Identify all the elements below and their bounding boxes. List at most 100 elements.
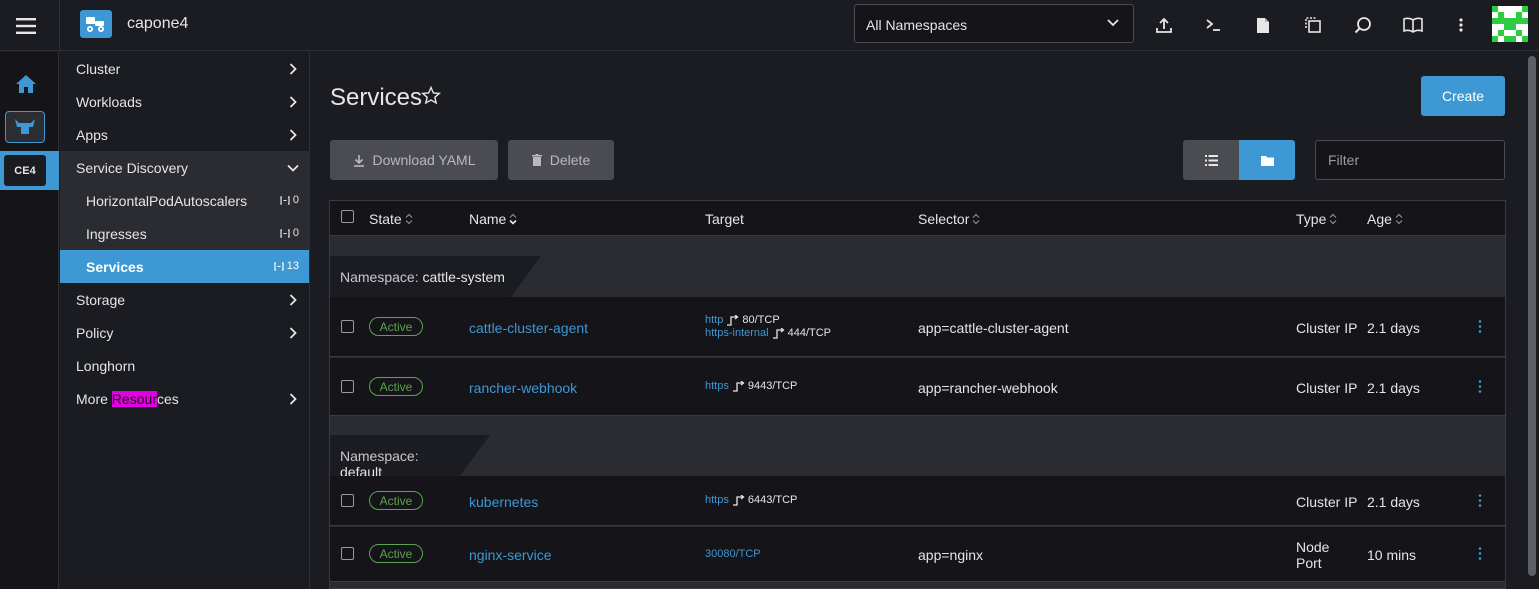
namespaced-icon [280, 195, 290, 205]
type-value: Node Port [1296, 539, 1329, 571]
target-protocol-link[interactable]: http [705, 314, 723, 326]
download-yaml-label: Download YAML [372, 152, 476, 168]
chevron-right-icon [289, 96, 297, 108]
nav-item-services[interactable]: Services 13 [60, 250, 309, 283]
nav-item-storage[interactable]: Storage [60, 283, 309, 316]
nav-item-apps[interactable]: Apps [60, 118, 309, 151]
nav-item-horizontalpodautoscalers[interactable]: HorizontalPodAutoscalers 0 [60, 184, 309, 217]
column-header-age[interactable]: Age [1367, 211, 1403, 227]
page-title: Services [330, 84, 423, 111]
row-checkbox[interactable] [341, 380, 354, 393]
column-header-selector[interactable]: Selector [918, 211, 980, 227]
row-actions-icon[interactable] [1478, 320, 1482, 333]
nav-sidebar: Cluster Workloads Apps Service Discovery… [60, 52, 310, 589]
namespace-select-value: All Namespaces [866, 17, 968, 33]
nav-item-label: Apps [76, 127, 108, 143]
service-name-link[interactable]: cattle-cluster-agent [469, 320, 588, 336]
nav-item-ingresses[interactable]: Ingresses 0 [60, 217, 309, 250]
nav-item-cluster[interactable]: Cluster [60, 52, 309, 85]
nav-item-longhorn[interactable]: Longhorn [60, 349, 309, 382]
delete-button[interactable]: Delete [508, 140, 614, 180]
hamburger-menu-icon[interactable] [0, 0, 51, 51]
service-name-link[interactable]: kubernetes [469, 494, 538, 510]
age-value: 2.1 days [1367, 494, 1420, 510]
nav-item-service-discovery[interactable]: Service Discovery [60, 151, 309, 184]
target-port: 80/TCP [742, 314, 780, 326]
row-checkbox[interactable] [341, 494, 354, 507]
kubeconfig-file-icon[interactable] [1251, 13, 1275, 37]
column-header-name[interactable]: Name [469, 211, 517, 227]
kubectl-shell-icon[interactable] [1201, 13, 1225, 37]
target-port-link[interactable]: 30080/TCP [705, 548, 761, 560]
service-name-link[interactable]: nginx-service [469, 547, 551, 563]
column-label: Type [1296, 211, 1327, 227]
select-all-checkbox[interactable] [341, 210, 354, 223]
nav-item-policy[interactable]: Policy [60, 316, 309, 349]
resource-count-value: 13 [286, 260, 299, 272]
target-port: 6443/TCP [747, 494, 798, 506]
target-protocol-link[interactable]: https [705, 494, 729, 506]
table-row[interactable]: Active kubernetes https 6443/TCP Cluster… [330, 476, 1505, 526]
sort-icon [1329, 213, 1337, 225]
download-yaml-button[interactable]: Download YAML [330, 140, 498, 180]
home-icon[interactable] [15, 74, 37, 94]
cluster-explorer-icon[interactable] [5, 111, 45, 143]
age-value: 10 mins [1367, 547, 1417, 563]
user-avatar[interactable] [1492, 6, 1528, 42]
selector-value: app=cattle-cluster-agent [918, 320, 1069, 336]
group-by-namespace-button[interactable] [1239, 140, 1295, 180]
service-name-link[interactable]: rancher-webhook [469, 380, 577, 396]
namespace-select[interactable]: All Namespaces [854, 4, 1134, 43]
flat-list-view-button[interactable] [1183, 140, 1239, 180]
scrollbar-thumb[interactable] [1528, 56, 1536, 576]
row-checkbox[interactable] [341, 320, 354, 333]
table-row[interactable]: Active rancher-webhook https 9443/TCP ap… [330, 358, 1505, 416]
sort-icon [972, 213, 980, 225]
age-value: 2.1 days [1367, 380, 1420, 396]
status-badge: Active [369, 317, 423, 336]
target-item: https 6443/TCP [705, 494, 797, 506]
row-actions-icon[interactable] [1478, 380, 1482, 393]
import-yaml-icon[interactable] [1152, 13, 1176, 37]
chevron-right-icon [289, 129, 297, 141]
favorite-star-icon[interactable] [421, 86, 441, 105]
chevron-down-icon [1107, 19, 1119, 27]
row-actions-icon[interactable] [1478, 494, 1482, 507]
nav-item-label: HorizontalPodAutoscalers [86, 193, 248, 209]
copy-kubeconfig-icon[interactable] [1301, 13, 1325, 37]
group-title: Namespace: cattle-system [340, 269, 505, 285]
filter-input[interactable] [1315, 140, 1505, 180]
chevron-right-icon [289, 63, 297, 75]
group-label: Namespace: [340, 269, 419, 285]
row-checkbox[interactable] [341, 547, 354, 560]
resource-count: 0 [280, 227, 299, 239]
table-row[interactable]: Active cattle-cluster-agent http 80/TCP … [330, 297, 1505, 357]
table-row[interactable]: Active nginx-service 30080/TCP app=nginx… [330, 527, 1505, 582]
docs-book-icon[interactable] [1401, 13, 1425, 37]
chevron-down-icon [287, 164, 299, 172]
nav-item-label: Cluster [76, 61, 121, 77]
search-highlight: Resour [111, 391, 157, 407]
nav-item-label: Ingresses [86, 226, 147, 242]
search-icon[interactable] [1351, 13, 1375, 37]
namespace-group-header: Namespace: default [330, 435, 490, 480]
column-label: Name [469, 211, 507, 227]
target-protocol-link[interactable]: https [705, 380, 729, 392]
status-badge: Active [369, 544, 423, 563]
cluster-logo-icon [80, 10, 112, 38]
age-value: 2.1 days [1367, 320, 1420, 336]
more-vertical-icon[interactable] [1449, 13, 1473, 37]
vertical-scrollbar[interactable] [1525, 52, 1539, 589]
column-header-state[interactable]: State [369, 211, 413, 227]
nav-item-workloads[interactable]: Workloads [60, 85, 309, 118]
target-port: 444/TCP [787, 327, 832, 339]
cluster-badge-ce4[interactable]: CE4 [4, 155, 46, 186]
column-label: Target [705, 211, 744, 227]
column-header-type[interactable]: Type [1296, 211, 1337, 227]
target-item: http 80/TCP [705, 314, 780, 326]
row-actions-icon[interactable] [1478, 547, 1482, 560]
nav-item-more-resources[interactable]: More Resources [60, 382, 309, 415]
target-protocol-link[interactable]: https-internal [705, 327, 769, 339]
create-button[interactable]: Create [1421, 76, 1505, 116]
sort-desc-icon [509, 213, 517, 225]
